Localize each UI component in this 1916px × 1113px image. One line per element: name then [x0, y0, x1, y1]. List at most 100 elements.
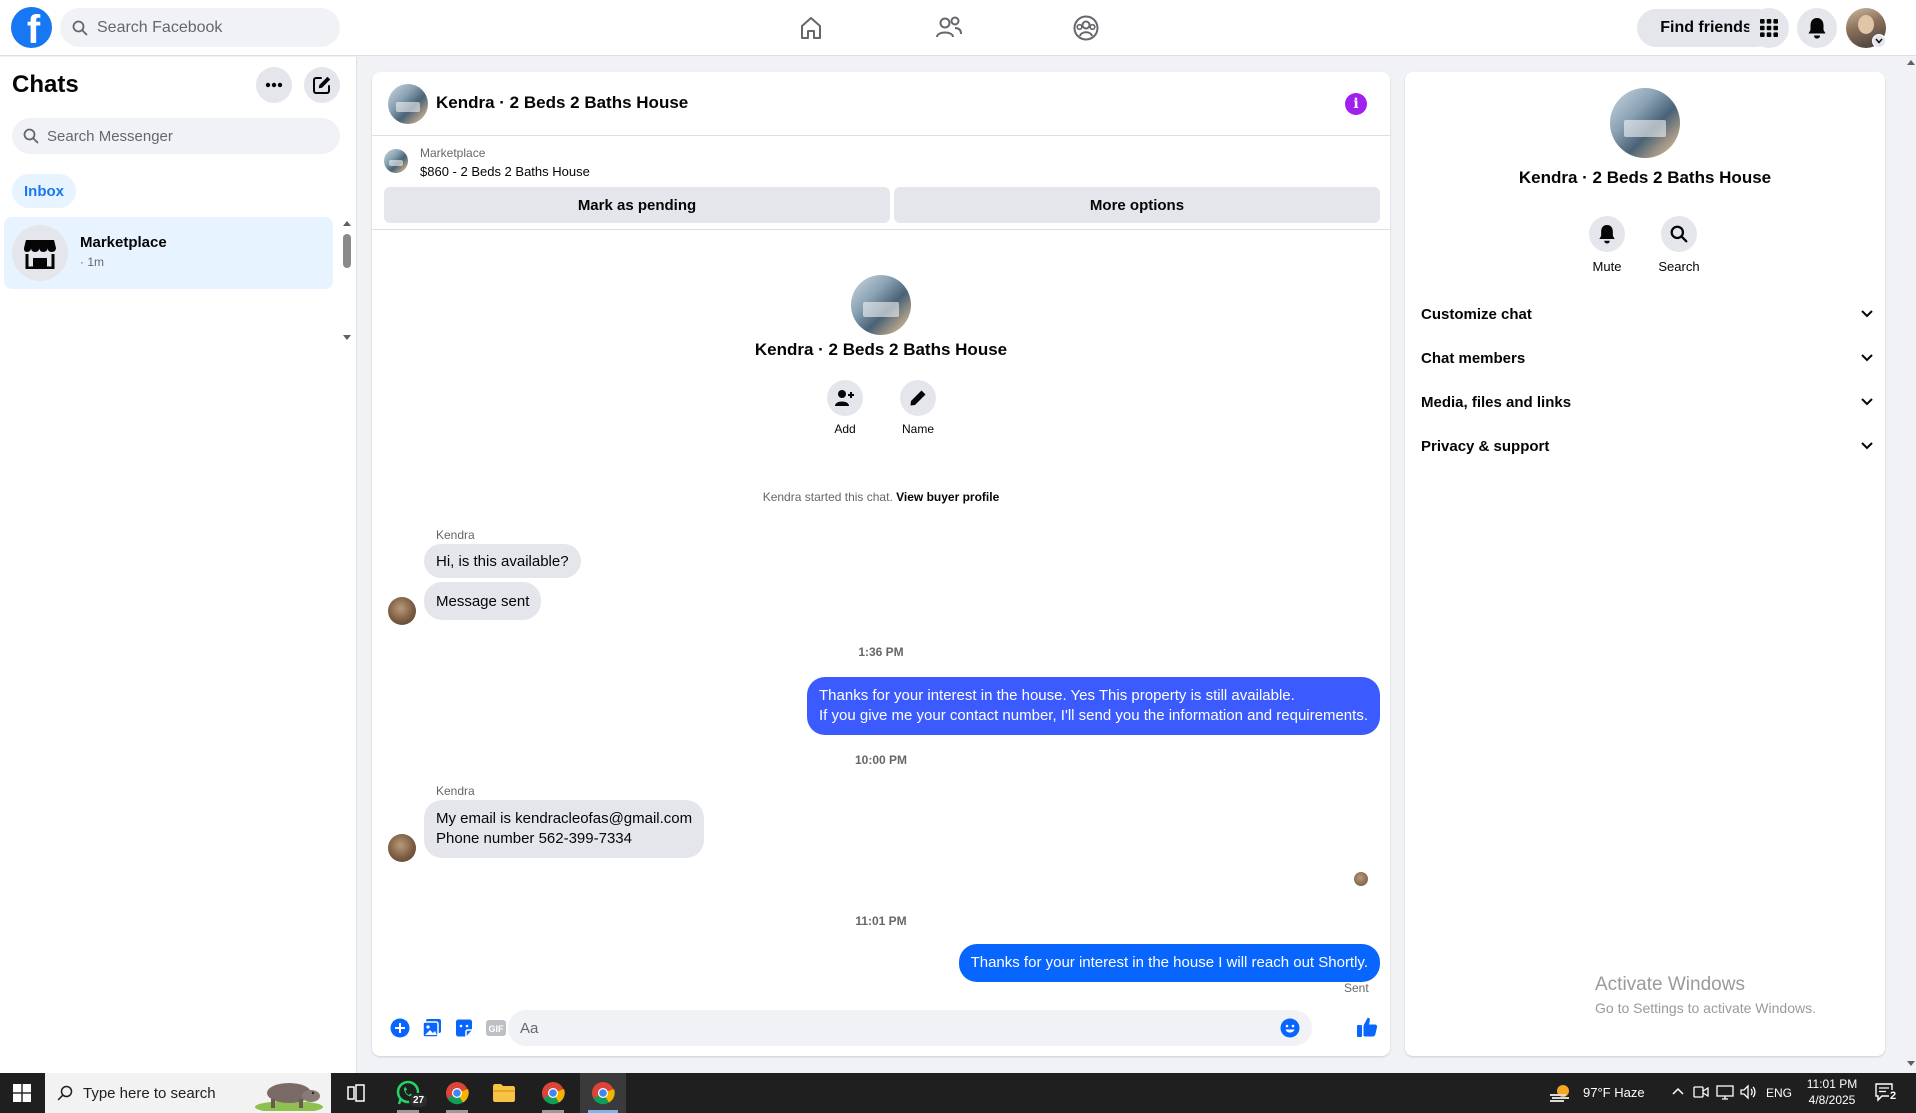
like-thumb-icon[interactable]: [1356, 1016, 1378, 1038]
marketplace-listing-bar: Marketplace $860 - 2 Beds 2 Baths House …: [372, 136, 1390, 230]
facebook-search-box[interactable]: [60, 8, 340, 47]
incoming-message[interactable]: Hi, is this available?: [424, 544, 581, 578]
incoming-message-line: Phone number 562-399-7334: [436, 830, 632, 847]
message-input[interactable]: [520, 1019, 1260, 1037]
chrome-active-taskbar-icon[interactable]: [580, 1073, 626, 1113]
search-icon: [57, 1085, 73, 1101]
notifications-icon[interactable]: [1797, 8, 1837, 48]
whatsapp-taskbar-icon[interactable]: 27: [385, 1073, 431, 1113]
account-menu-caret-icon[interactable]: [1872, 34, 1886, 48]
chevron-down-icon: [1861, 310, 1873, 318]
notification-center-icon[interactable]: 2: [1874, 1082, 1900, 1104]
chat-list-item-name: Marketplace: [80, 234, 167, 251]
listing-title[interactable]: $860 - 2 Beds 2 Baths House: [420, 164, 590, 179]
outgoing-message[interactable]: Thanks for your interest in the house I …: [958, 944, 1380, 982]
more-options-button[interactable]: More options: [894, 187, 1380, 223]
photo-icon[interactable]: [421, 1017, 443, 1039]
search-label: Search: [1658, 259, 1700, 274]
mute-label: Mute: [1592, 259, 1622, 274]
info-panel-avatar[interactable]: [1610, 88, 1680, 158]
groups-icon[interactable]: [1068, 10, 1104, 46]
emoji-icon[interactable]: [1280, 1018, 1300, 1038]
gif-icon[interactable]: GIF: [485, 1017, 507, 1039]
chats-sidebar: Chats Inbox Marketplace · 1m: [0, 57, 357, 1073]
scroll-down-arrow-icon[interactable]: [343, 335, 351, 340]
chat-members-section[interactable]: Chat members: [1421, 338, 1873, 378]
taskbar-search-input[interactable]: [83, 1084, 243, 1102]
outgoing-message[interactable]: Thanks for your interest in the house. Y…: [807, 677, 1380, 735]
search-in-conversation-button[interactable]: Search: [1644, 216, 1714, 274]
section-label: Media, files and links: [1421, 393, 1572, 411]
plus-circle-icon[interactable]: [389, 1017, 411, 1039]
show-hidden-icons-chevron-icon[interactable]: [1672, 1086, 1684, 1096]
scroll-up-arrow-icon[interactable]: [343, 221, 351, 226]
home-icon[interactable]: [793, 10, 829, 46]
add-person-icon: [827, 380, 863, 416]
message-input-box[interactable]: [508, 1010, 1312, 1046]
incoming-message[interactable]: My email is kendracleofas@gmail.com Phon…: [424, 800, 705, 858]
conversation-info-icon[interactable]: i: [1345, 93, 1367, 115]
more-dots-icon: [265, 82, 283, 88]
outgoing-message-line: Thanks for your interest in the house. Y…: [819, 687, 1295, 704]
chat-started-notice: Kendra started this chat. View buyer pro…: [372, 490, 1390, 504]
clock-date: 4/8/2025: [1808, 1093, 1856, 1107]
file-explorer-icon[interactable]: [481, 1073, 527, 1113]
chrome-taskbar-icon[interactable]: [434, 1073, 480, 1113]
watermark-title: Activate Windows: [1595, 974, 1745, 995]
network-icon[interactable]: [1716, 1084, 1734, 1100]
menu-grid-icon[interactable]: [1749, 8, 1789, 48]
incoming-message[interactable]: Message sent: [424, 582, 542, 620]
search-icon: [1661, 216, 1697, 252]
customize-chat-section[interactable]: Customize chat: [1421, 294, 1873, 334]
weather-text[interactable]: 97°F Haze: [1583, 1085, 1645, 1100]
mark-as-pending-button[interactable]: Mark as pending: [384, 187, 890, 223]
conversation-panel: Kendra · 2 Beds 2 Baths House i Marketpl…: [372, 72, 1390, 1056]
sender-avatar[interactable]: [388, 597, 416, 625]
volume-icon[interactable]: [1740, 1084, 1756, 1100]
bell-icon: [1589, 216, 1625, 252]
inbox-filter-tab[interactable]: Inbox: [12, 174, 76, 208]
chat-list-item-marketplace[interactable]: Marketplace · 1m: [4, 217, 333, 289]
window-scroll-up-arrow-icon[interactable]: [1907, 60, 1915, 65]
section-label: Customize chat: [1421, 305, 1532, 323]
friends-icon[interactable]: [931, 10, 967, 46]
chevron-down-icon: [1861, 398, 1873, 406]
read-receipt-avatar: [1354, 872, 1368, 886]
chat-list-scrollbar[interactable]: [340, 217, 354, 287]
chrome-profile-taskbar-icon[interactable]: [530, 1073, 576, 1113]
edit-name-button[interactable]: Name: [888, 380, 948, 436]
mute-button[interactable]: Mute: [1572, 216, 1642, 274]
sticker-icon[interactable]: [453, 1017, 475, 1039]
sender-name: Kendra: [436, 528, 475, 542]
meet-now-icon[interactable]: [1693, 1084, 1709, 1100]
facebook-logo[interactable]: f: [11, 7, 52, 48]
chevron-down-icon: [1861, 442, 1873, 450]
system-clock[interactable]: 11:01 PM 4/8/2025: [1792, 1076, 1872, 1108]
message-composer: GIF: [372, 1002, 1390, 1056]
window-scroll-down-arrow-icon[interactable]: [1907, 1061, 1915, 1066]
new-message-button[interactable]: [304, 67, 340, 103]
chat-list-item-time: · 1m: [80, 255, 104, 269]
listing-thumbnail[interactable]: [384, 149, 408, 173]
windows-start-icon[interactable]: [0, 1073, 44, 1113]
media-files-links-section[interactable]: Media, files and links: [1421, 382, 1873, 422]
conversation-avatar[interactable]: [388, 84, 428, 124]
task-view-icon[interactable]: [333, 1073, 379, 1113]
scroll-thumb[interactable]: [343, 234, 351, 268]
activate-windows-watermark: Activate Windows Go to Settings to activ…: [1595, 974, 1816, 1016]
view-buyer-profile-link[interactable]: View buyer profile: [896, 490, 999, 504]
chat-options-button[interactable]: [256, 67, 292, 103]
conversation-title[interactable]: Kendra · 2 Beds 2 Baths House: [436, 93, 688, 113]
input-language[interactable]: ENG: [1766, 1086, 1792, 1100]
privacy-support-section[interactable]: Privacy & support: [1421, 426, 1873, 466]
search-highlight-animal-icon[interactable]: [253, 1077, 327, 1111]
messenger-search-input[interactable]: [47, 127, 307, 145]
message-timestamp: 1:36 PM: [858, 645, 904, 659]
conversation-header: Kendra · 2 Beds 2 Baths House i: [372, 72, 1390, 136]
add-people-button[interactable]: Add: [815, 380, 875, 436]
intro-avatar[interactable]: [851, 275, 911, 335]
messenger-search-box[interactable]: [12, 118, 340, 154]
weather-icon[interactable]: [1549, 1083, 1573, 1103]
sender-avatar[interactable]: [388, 834, 416, 862]
facebook-search-input[interactable]: [97, 18, 317, 37]
